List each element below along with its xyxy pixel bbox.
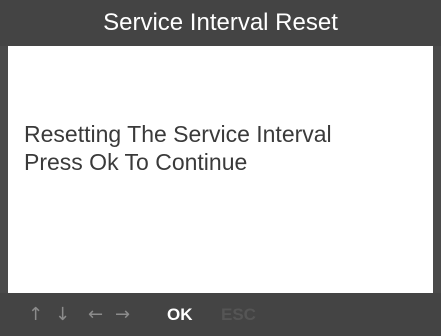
left-arrow-icon[interactable]: ←	[88, 293, 103, 336]
screen-title: Service Interval Reset	[0, 0, 441, 46]
ok-button[interactable]: OK	[167, 293, 193, 336]
content-panel: Resetting The Service Interval Press Ok …	[8, 46, 433, 293]
message-line-2: Press Ok To Continue	[24, 149, 248, 175]
key-hint-bar: ↑ ↓ ← → OK ESC	[0, 293, 441, 336]
device-screen: Service Interval Reset Resetting The Ser…	[0, 0, 441, 336]
right-arrow-icon[interactable]: →	[115, 293, 130, 336]
down-arrow-icon[interactable]: ↓	[55, 293, 70, 336]
esc-button[interactable]: ESC	[221, 293, 256, 336]
status-message: Resetting The Service Interval Press Ok …	[24, 120, 332, 176]
message-line-1: Resetting The Service Interval	[24, 121, 332, 147]
up-arrow-icon[interactable]: ↑	[28, 293, 43, 336]
